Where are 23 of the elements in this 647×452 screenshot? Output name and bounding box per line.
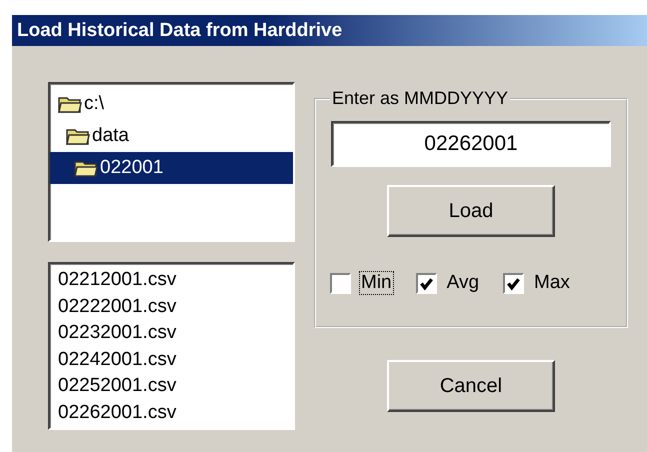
- load-button[interactable]: Load: [387, 185, 555, 237]
- file-item[interactable]: 02232001.csv: [58, 320, 293, 346]
- window-title: Load Historical Data from Harddrive: [17, 20, 342, 42]
- checkbox[interactable]: [503, 272, 524, 294]
- tree-item[interactable]: 022001: [50, 152, 293, 184]
- file-item[interactable]: 02262001.csv: [58, 400, 293, 426]
- tree-item[interactable]: c:\: [50, 88, 293, 120]
- group-legend: Enter as MMDDYYYY: [330, 88, 510, 109]
- file-item[interactable]: 02242001.csv: [58, 346, 293, 373]
- folder-icon: [58, 95, 82, 113]
- folder-icon: [74, 159, 98, 177]
- checkbox-label: Max: [533, 271, 571, 295]
- checkbox-label: Min: [359, 271, 394, 295]
- file-item[interactable]: 02252001.csv: [58, 373, 293, 400]
- checkbox[interactable]: [330, 272, 351, 294]
- tree-item[interactable]: data: [50, 120, 293, 152]
- date-input-field[interactable]: 02262001: [331, 121, 611, 167]
- checkbox[interactable]: [416, 272, 437, 294]
- file-item[interactable]: 02212001.csv: [58, 267, 293, 294]
- folder-icon: [66, 127, 90, 145]
- cancel-button[interactable]: Cancel: [387, 360, 555, 412]
- file-item[interactable]: 02222001.csv: [58, 294, 293, 320]
- checkbox-label: Avg: [446, 271, 480, 295]
